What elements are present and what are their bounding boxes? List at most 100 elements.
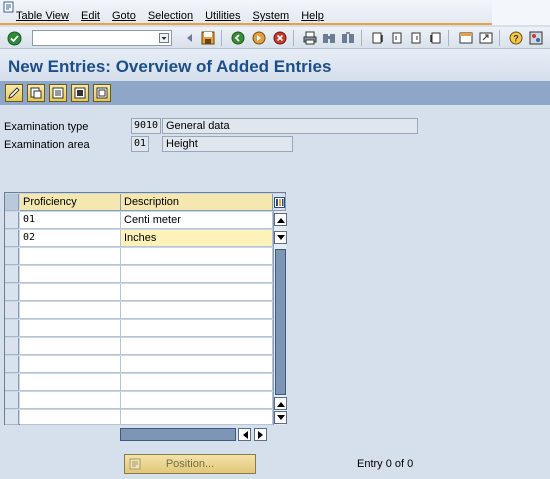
- layout-icon[interactable]: [528, 30, 544, 46]
- toolbar-separator: [499, 30, 500, 46]
- row-selector[interactable]: [5, 284, 19, 301]
- scroll-down-icon[interactable]: [274, 411, 287, 424]
- vertical-scrollbar[interactable]: [273, 211, 287, 425]
- cell-proficiency[interactable]: [20, 284, 121, 301]
- row-selector[interactable]: [5, 302, 19, 319]
- select-all-rows-button[interactable]: [5, 194, 19, 211]
- change-display-icon[interactable]: [5, 84, 23, 102]
- toolbar-separator: [361, 30, 362, 46]
- vertical-scroll-thumb[interactable]: [275, 249, 286, 395]
- cell-proficiency[interactable]: 02: [20, 230, 121, 247]
- cell-description[interactable]: [121, 248, 273, 265]
- command-field-dropdown-icon[interactable]: [159, 33, 169, 43]
- cell-description[interactable]: [121, 392, 273, 409]
- column-header-proficiency[interactable]: Proficiency: [20, 194, 121, 211]
- cell-proficiency[interactable]: [20, 248, 121, 265]
- horizontal-scroll-thumb[interactable]: [120, 428, 236, 441]
- last-page-icon[interactable]: [427, 30, 443, 46]
- row-selector[interactable]: [5, 230, 19, 247]
- cell-description[interactable]: [121, 338, 273, 355]
- enter-icon[interactable]: [6, 30, 22, 46]
- cell-proficiency[interactable]: [20, 374, 121, 391]
- exit-icon[interactable]: [251, 30, 267, 46]
- command-field[interactable]: [32, 30, 172, 46]
- menu-edit[interactable]: Edit: [81, 10, 100, 22]
- table-frame: Proficiency Description 01 Centi meter 0…: [4, 192, 287, 425]
- cell-description[interactable]: [121, 356, 273, 373]
- next-page-icon[interactable]: [408, 30, 424, 46]
- standard-toolbar: ?: [0, 27, 550, 49]
- select-all-icon[interactable]: [71, 84, 89, 102]
- create-session-icon[interactable]: [458, 30, 474, 46]
- position-button[interactable]: Position...: [124, 454, 256, 474]
- back-arrow-icon[interactable]: [182, 30, 198, 46]
- cell-proficiency[interactable]: 01: [20, 212, 121, 229]
- cell-description[interactable]: Centi meter: [121, 212, 273, 229]
- horizontal-scrollbar[interactable]: [120, 428, 286, 441]
- cell-description[interactable]: [121, 410, 273, 425]
- menu-system[interactable]: System: [253, 10, 290, 22]
- row-selector[interactable]: [5, 410, 19, 425]
- row-selector[interactable]: [5, 374, 19, 391]
- examination-area-text: Height: [162, 136, 293, 152]
- examination-area-label: Examination area: [4, 139, 90, 151]
- cancel-icon[interactable]: [272, 30, 288, 46]
- scroll-up-icon[interactable]: [274, 213, 287, 226]
- menu-help[interactable]: Help: [301, 10, 324, 22]
- menu-goto[interactable]: Goto: [112, 10, 136, 22]
- shortcut-icon[interactable]: [478, 30, 494, 46]
- cell-proficiency[interactable]: [20, 302, 121, 319]
- page-up-icon[interactable]: [274, 231, 287, 244]
- menu-selection[interactable]: Selection: [148, 10, 193, 22]
- scroll-left-icon[interactable]: [238, 428, 251, 441]
- cell-proficiency[interactable]: [20, 338, 121, 355]
- back-icon[interactable]: [230, 30, 246, 46]
- deselect-all-icon[interactable]: [93, 84, 111, 102]
- svg-text:?: ?: [513, 34, 519, 44]
- row-selector[interactable]: [5, 320, 19, 337]
- menu-utilities[interactable]: Utilities: [205, 10, 240, 22]
- first-page-icon[interactable]: [370, 30, 386, 46]
- cell-description-focused[interactable]: Inches: [121, 230, 273, 247]
- menu-bar: Table View Edit Goto Selection Utilities…: [0, 0, 550, 25]
- row-selector[interactable]: [5, 338, 19, 355]
- cell-description[interactable]: [121, 302, 273, 319]
- position-icon: [129, 458, 141, 470]
- row-selector[interactable]: [5, 392, 19, 409]
- find-next-icon[interactable]: [340, 30, 356, 46]
- cell-proficiency[interactable]: [20, 266, 121, 283]
- table-settings-icon[interactable]: [273, 194, 286, 211]
- delete-icon[interactable]: [49, 84, 67, 102]
- column-header-description[interactable]: Description: [121, 194, 273, 211]
- sap-logo-area: [492, 0, 550, 25]
- cell-description[interactable]: [121, 374, 273, 391]
- cell-proficiency[interactable]: [20, 320, 121, 337]
- cell-proficiency[interactable]: [20, 410, 121, 425]
- previous-page-icon[interactable]: [389, 30, 405, 46]
- help-icon[interactable]: ?: [508, 30, 524, 46]
- page-title: New Entries: Overview of Added Entries: [8, 57, 332, 76]
- row-selector[interactable]: [5, 356, 19, 373]
- cell-proficiency[interactable]: [20, 356, 121, 373]
- print-icon[interactable]: [302, 30, 318, 46]
- row-selector[interactable]: [5, 248, 19, 265]
- cell-proficiency[interactable]: [20, 392, 121, 409]
- title-bar: New Entries: Overview of Added Entries: [0, 49, 550, 79]
- menu-items: Table View Edit Goto Selection Utilities…: [16, 10, 336, 22]
- scroll-right-icon[interactable]: [254, 428, 267, 441]
- sap-app-icon[interactable]: [3, 1, 15, 13]
- cell-description[interactable]: [121, 284, 273, 301]
- copy-as-icon[interactable]: [27, 84, 45, 102]
- examination-type-code: 9010: [131, 118, 161, 134]
- save-icon[interactable]: [200, 30, 216, 46]
- row-selector[interactable]: [5, 212, 19, 229]
- toolbar-separator: [448, 30, 449, 46]
- menu-table-view[interactable]: Table View: [16, 10, 69, 22]
- toolbar-separator: [293, 30, 294, 46]
- row-selector[interactable]: [5, 266, 19, 283]
- cell-description[interactable]: [121, 266, 273, 283]
- cell-description[interactable]: [121, 320, 273, 337]
- examination-type-text: General data: [162, 118, 418, 134]
- page-down-icon[interactable]: [274, 397, 287, 410]
- find-icon[interactable]: [321, 30, 337, 46]
